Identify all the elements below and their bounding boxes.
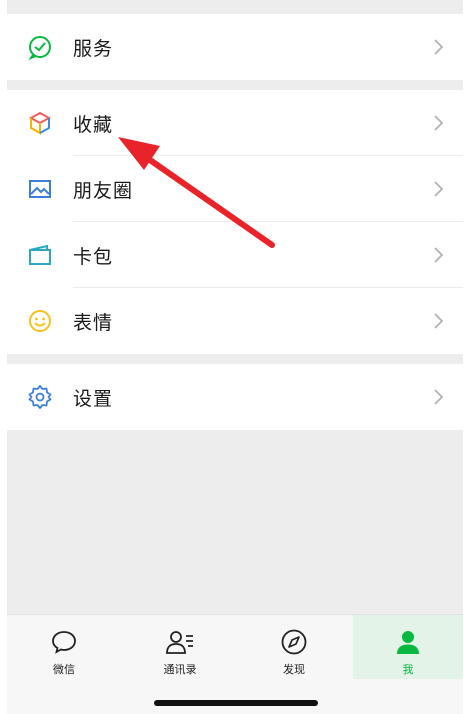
section-separator xyxy=(7,354,463,364)
service-check-icon xyxy=(27,34,53,60)
tab-label-chats: 微信 xyxy=(53,664,75,676)
menu-item-moments[interactable]: 朋友圈 xyxy=(7,156,463,222)
contacts-icon xyxy=(165,627,195,657)
chat-bubble-icon xyxy=(49,627,79,657)
favorites-cube-icon xyxy=(27,110,53,136)
home-indicator xyxy=(154,700,318,706)
menu-label-cards: 卡包 xyxy=(73,246,114,268)
chevron-right-icon xyxy=(433,38,445,56)
me-page: 服务 收藏 朋友圈 卡包 表情 设置 微信 通讯录 发现 我 xyxy=(7,0,463,714)
bottom-tab-bar: 微信 通讯录 发现 我 xyxy=(7,614,463,714)
menu-item-stickers[interactable]: 表情 xyxy=(7,288,463,354)
person-icon xyxy=(393,627,423,657)
menu-item-service[interactable]: 服务 xyxy=(7,14,463,80)
chevron-right-icon xyxy=(433,114,445,132)
tab-chats[interactable]: 微信 xyxy=(9,615,119,679)
menu-label-moments: 朋友圈 xyxy=(73,180,134,202)
chevron-right-icon xyxy=(433,180,445,198)
menu-label-service: 服务 xyxy=(73,38,114,60)
settings-group: 设置 xyxy=(7,364,463,430)
tab-label-discover: 发现 xyxy=(283,664,305,676)
section-separator xyxy=(7,80,463,90)
menu-item-favorites[interactable]: 收藏 xyxy=(7,90,463,156)
moments-picture-icon xyxy=(27,176,53,202)
tab-discover[interactable]: 发现 xyxy=(239,615,349,679)
chevron-right-icon xyxy=(433,246,445,264)
tab-label-me: 我 xyxy=(402,664,414,676)
top-spacer xyxy=(7,0,463,14)
menu-label-settings: 设置 xyxy=(73,388,114,410)
tab-contacts[interactable]: 通讯录 xyxy=(125,615,235,679)
features-group: 收藏 朋友圈 卡包 表情 xyxy=(7,90,463,354)
menu-item-settings[interactable]: 设置 xyxy=(7,364,463,430)
chevron-right-icon xyxy=(433,388,445,406)
tab-me[interactable]: 我 xyxy=(353,615,463,679)
tab-label-contacts: 通讯录 xyxy=(163,664,197,676)
gear-icon xyxy=(27,384,53,410)
menu-label-stickers: 表情 xyxy=(73,312,114,334)
menu-label-favorites: 收藏 xyxy=(73,114,114,136)
menu-item-cards[interactable]: 卡包 xyxy=(7,222,463,288)
smiley-icon xyxy=(27,308,53,334)
service-group: 服务 xyxy=(7,14,463,80)
chevron-right-icon xyxy=(433,312,445,330)
card-wallet-icon xyxy=(27,242,53,268)
compass-icon xyxy=(279,627,309,657)
